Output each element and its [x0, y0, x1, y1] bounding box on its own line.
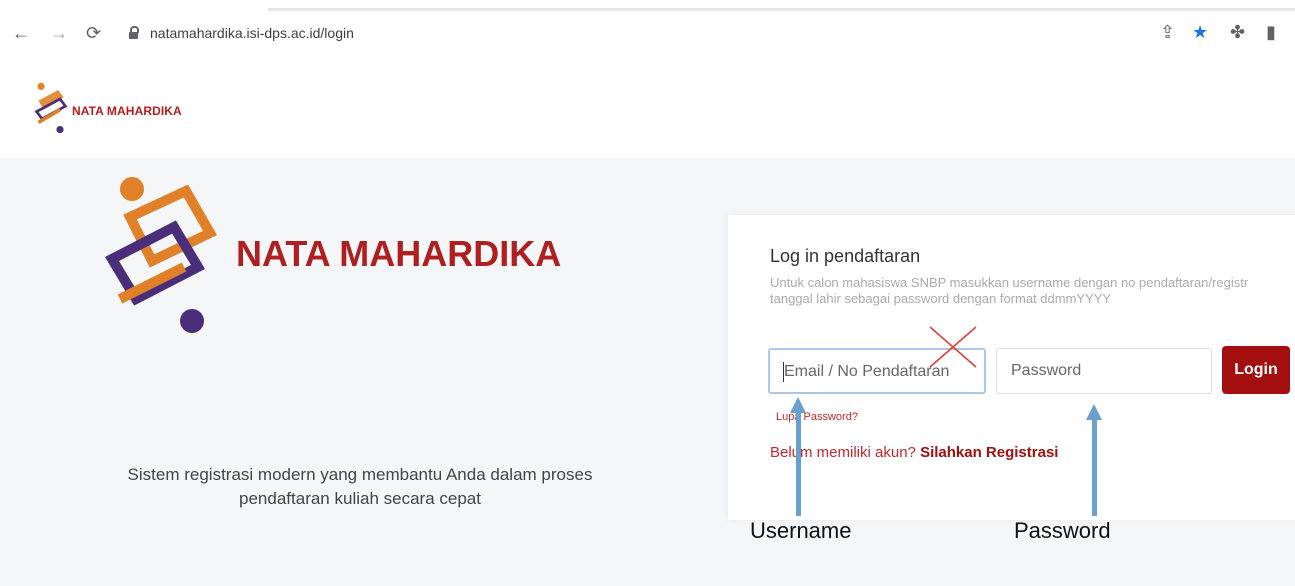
password-annotation-label: Password [1014, 518, 1111, 543]
register-prefix: Belum memiliki akun? [770, 444, 916, 461]
password-placeholder: Password [1011, 362, 1082, 379]
register-prompt: Belum memiliki akun? Silahkan Registrasi [770, 444, 1058, 461]
share-icon[interactable]: ⇪ [1160, 22, 1175, 42]
password-arrow-shaft [1092, 419, 1097, 516]
address-bar[interactable]: natamahardika.isi-dps.ac.id/login [120, 22, 1140, 46]
arrow-right-icon[interactable]: → [50, 24, 68, 42]
reload-icon[interactable]: ⟳ [86, 24, 101, 42]
hero-tagline: Sistem registrasi modern yang membantu A… [80, 463, 640, 511]
username-placeholder: Email / No Pendaftaran [784, 363, 950, 380]
header-brand-text[interactable]: NATA MAHARDIKA [72, 104, 182, 118]
url-text: natamahardika.isi-dps.ac.id/login [150, 25, 354, 41]
username-arrow-shaft [796, 412, 801, 516]
tab-strip-edge [268, 8, 1295, 11]
password-arrow-head [1086, 404, 1102, 420]
site-header: NATA MAHARDIKA [0, 60, 1295, 158]
side-panel-icon[interactable]: ▮ [1266, 22, 1276, 42]
tagline-line-2: pendaftaran kuliah secara cepat [239, 489, 481, 508]
forgot-password-link[interactable]: Lupa Password? [776, 411, 858, 423]
nata-mahardika-large-logo-icon [104, 177, 218, 333]
login-title: Log in pendaftaran [770, 246, 921, 266]
register-link[interactable]: Silahkan Registrasi [920, 444, 1058, 461]
tagline-line-1: Sistem registrasi modern yang membantu A… [127, 465, 593, 484]
star-icon[interactable]: ★ [1192, 22, 1208, 42]
browser-toolbar: ← → ⟳ natamahardika.isi-dps.ac.id/login … [0, 0, 1295, 60]
password-input[interactable]: Password [996, 348, 1212, 394]
login-description: Untuk calon mahasiswa SNBP masukkan user… [770, 275, 1295, 307]
puzzle-icon[interactable]: ✤ [1230, 22, 1245, 42]
x-mark-annotation [929, 326, 977, 368]
nata-mahardika-logo-icon[interactable] [33, 78, 69, 138]
username-annotation-label: Username [750, 518, 852, 543]
hero-brand-text: NATA MAHARDIKA [236, 233, 562, 274]
login-card: Log in pendaftaran Untuk calon mahasiswa… [728, 215, 1295, 520]
lock-icon [129, 26, 139, 39]
login-description-line-2: tanggal lahir sebagai password dengan fo… [770, 291, 1112, 306]
login-description-line-1: Untuk calon mahasiswa SNBP masukkan user… [770, 275, 1249, 290]
arrow-left-icon[interactable]: ← [12, 24, 30, 42]
login-button[interactable]: Login [1222, 346, 1290, 394]
username-arrow-head [790, 397, 806, 413]
